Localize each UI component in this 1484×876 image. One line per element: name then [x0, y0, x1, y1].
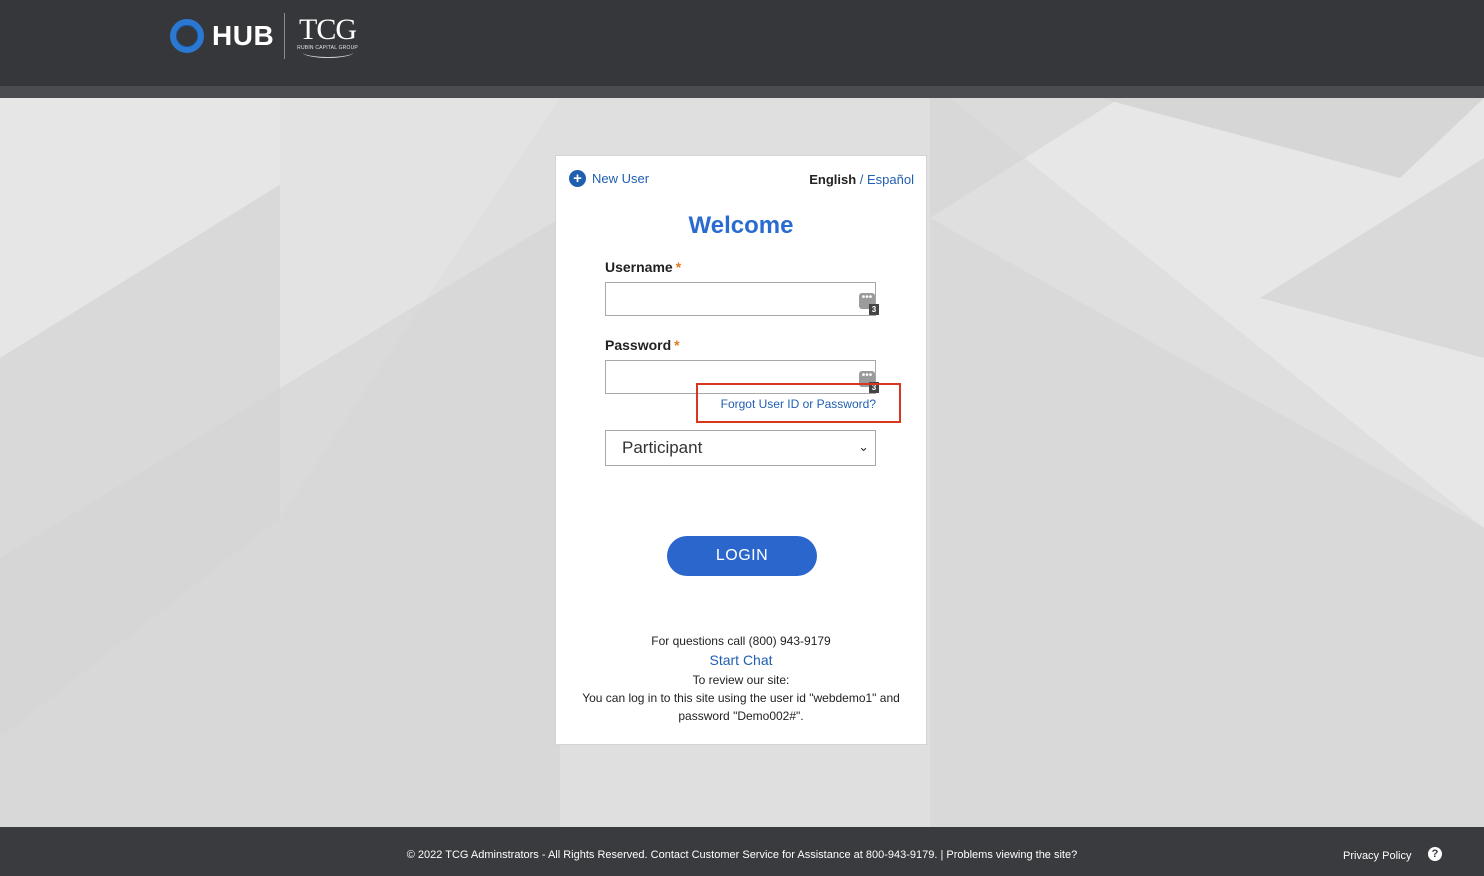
- username-label-text: Username: [605, 259, 673, 275]
- lang-english[interactable]: English: [809, 172, 856, 187]
- questions-text: For questions call (800) 943-9179: [651, 634, 831, 648]
- privacy-policy-link[interactable]: Privacy Policy: [1343, 850, 1411, 862]
- hub-tcg-logo[interactable]: HUB TCG RUBIN CAPITAL GROUP: [170, 12, 358, 60]
- lang-separator: /: [856, 172, 868, 187]
- chevron-down-icon: ⌄: [858, 439, 869, 454]
- required-mark: *: [675, 259, 682, 275]
- lang-spanish[interactable]: Español: [867, 172, 914, 187]
- header-strip: [0, 86, 1484, 98]
- required-mark: *: [674, 337, 680, 353]
- login-card: + New User English / Español Welcome Use…: [555, 155, 927, 745]
- logo-divider: [284, 13, 286, 59]
- login-button[interactable]: LOGIN: [667, 536, 817, 576]
- top-header: HUB TCG RUBIN CAPITAL GROUP: [0, 0, 1484, 86]
- username-input[interactable]: [605, 282, 876, 316]
- language-switcher: English / Español: [809, 172, 914, 187]
- role-select[interactable]: Participant ⌄: [605, 430, 876, 466]
- hub-logo-text: HUB: [212, 20, 275, 51]
- tcg-logo-text: TCG: [299, 12, 357, 46]
- footer: © 2022 TCG Adminstrators - All Rights Re…: [0, 827, 1484, 876]
- review-text: To review our site:: [692, 673, 790, 687]
- role-selected-value: Participant: [622, 438, 703, 457]
- username-label: Username *: [605, 259, 681, 275]
- password-manager-badge: 3: [869, 304, 879, 315]
- plus-circle-icon: +: [569, 170, 586, 187]
- start-chat-link[interactable]: Start Chat: [556, 651, 926, 669]
- help-icon[interactable]: ?: [1428, 847, 1442, 861]
- tcg-logo: TCG RUBIN CAPITAL GROUP: [297, 12, 358, 58]
- hub-ring-icon: [170, 19, 204, 53]
- welcome-heading: Welcome: [688, 212, 794, 239]
- new-user-link[interactable]: + New User: [569, 170, 649, 187]
- demo-credentials-line1: You can log in to this site using the us…: [582, 691, 900, 705]
- password-label: Password *: [605, 337, 680, 353]
- new-user-label: New User: [592, 171, 650, 186]
- tcg-logo-arc: [302, 47, 353, 58]
- footer-copyright: © 2022 TCG Adminstrators - All Rights Re…: [406, 849, 1078, 861]
- demo-credentials-line2: password "Demo002#".: [678, 709, 804, 723]
- password-label-text: Password: [605, 337, 672, 353]
- forgot-password-link[interactable]: Forgot User ID or Password?: [556, 397, 876, 411]
